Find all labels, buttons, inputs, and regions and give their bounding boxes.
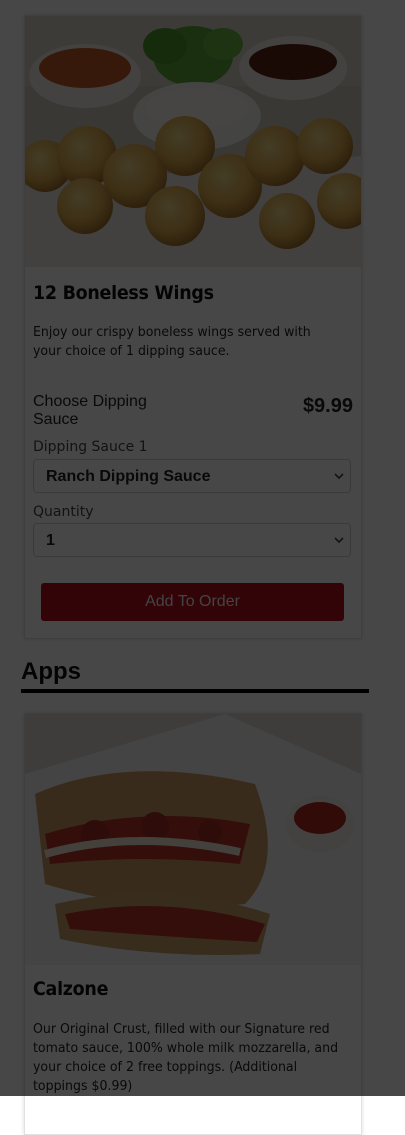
sauce-field-label: Dipping Sauce 1 [33, 439, 148, 455]
item-price: $9.99 [302, 395, 353, 417]
chevron-down-icon [334, 473, 344, 480]
sauce-select[interactable]: Ranch Dipping Sauce [33, 459, 351, 493]
item-description: Enjoy our crispy boneless wings served w… [33, 324, 311, 359]
item-description: Our Original Crust, filled with our Sign… [33, 1021, 339, 1094]
menu-item-card-calzone: Calzone Our Original Crust, filled with … [24, 713, 362, 1135]
sauce-select-value: Ranch Dipping Sauce [46, 468, 211, 485]
quantity-select-value: 1 [46, 532, 55, 549]
wings-photo [25, 16, 361, 267]
item-title: Calzone [33, 978, 109, 1000]
add-to-order-button[interactable]: Add To Order [41, 583, 344, 621]
quantity-field-label: Quantity [33, 504, 94, 520]
menu-page: 12 Boneless Wings Enjoy our crispy bonel… [0, 0, 405, 1135]
section-heading-apps: Apps [21, 658, 369, 693]
chevron-down-icon [334, 537, 344, 544]
choose-sauce-label: Choose Dipping Sauce [33, 393, 147, 428]
quantity-select[interactable]: 1 [33, 523, 351, 557]
item-title: 12 Boneless Wings [33, 282, 214, 304]
calzone-photo [25, 714, 361, 965]
menu-item-card-wings: 12 Boneless Wings Enjoy our crispy bonel… [24, 15, 362, 639]
